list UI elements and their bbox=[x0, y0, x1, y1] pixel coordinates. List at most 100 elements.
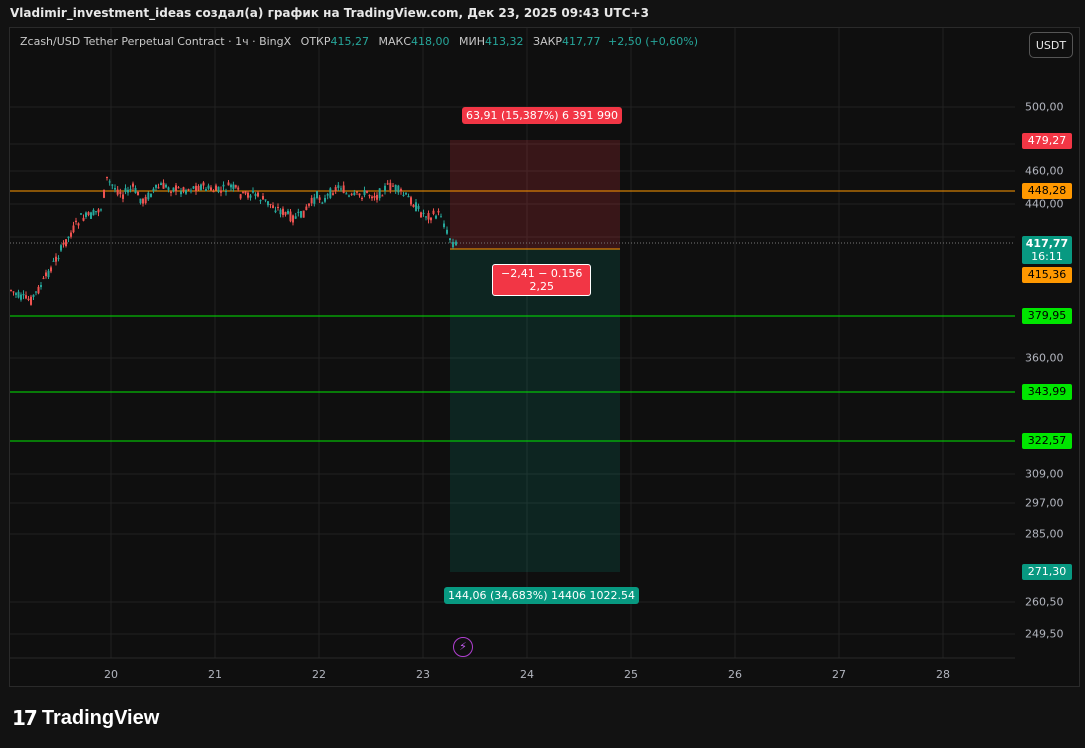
candle-body bbox=[292, 215, 294, 223]
candle-body bbox=[90, 212, 92, 219]
position-center-line2: 2,25 bbox=[529, 280, 554, 293]
candle-body bbox=[437, 210, 440, 213]
candle-body bbox=[147, 192, 150, 200]
time-label: 24 bbox=[520, 668, 534, 681]
candle-body bbox=[127, 189, 129, 193]
candle-body bbox=[297, 211, 300, 214]
candle-body bbox=[222, 184, 225, 187]
time-label: 27 bbox=[832, 668, 846, 681]
candle-body bbox=[422, 212, 425, 214]
chart-pane[interactable]: Zcash/USD Tether Perpetual Contract · 1ч… bbox=[9, 27, 1080, 687]
candle-body bbox=[192, 186, 195, 189]
candle-body bbox=[190, 190, 192, 192]
candle-body bbox=[106, 176, 108, 179]
candle-body bbox=[225, 191, 227, 193]
candle-body bbox=[172, 187, 175, 192]
candle-body bbox=[92, 209, 95, 216]
symbol-name[interactable]: Zcash/USD Tether Perpetual Contract · 1ч… bbox=[20, 35, 291, 48]
candle-body bbox=[55, 256, 57, 262]
candle-body bbox=[324, 197, 326, 202]
candle-body bbox=[32, 294, 35, 297]
candle-body bbox=[321, 202, 324, 204]
lightning-icon[interactable]: ⚡ bbox=[453, 637, 473, 657]
stop-loss-zone[interactable] bbox=[450, 140, 620, 249]
candle-body bbox=[114, 187, 116, 190]
candle-body bbox=[249, 195, 252, 198]
candle-body bbox=[308, 203, 310, 206]
candle-body bbox=[202, 182, 205, 186]
candle-body bbox=[371, 196, 373, 199]
candle-body bbox=[386, 183, 389, 185]
candle-body bbox=[200, 184, 202, 190]
symbol-legend: Zcash/USD Tether Perpetual Contract · 1ч… bbox=[20, 35, 698, 48]
candle-body bbox=[50, 267, 52, 272]
candle-body bbox=[402, 194, 405, 196]
candle-body bbox=[20, 294, 22, 300]
candle-body bbox=[60, 245, 62, 251]
current-price-tag: 417,77 16:11 bbox=[1022, 236, 1072, 264]
open-value: 415,27 bbox=[330, 35, 370, 48]
candle-body bbox=[287, 210, 289, 214]
candle-body bbox=[22, 294, 25, 296]
candle-body bbox=[452, 242, 454, 248]
price-tick: 297,00 bbox=[1025, 496, 1064, 510]
candle-body bbox=[259, 200, 262, 202]
open-label: ОТКР bbox=[300, 35, 331, 48]
position-center-label[interactable]: −2,41 − 0.156 2,25 bbox=[492, 264, 592, 296]
candle-body bbox=[397, 185, 400, 193]
currency-button[interactable]: USDT bbox=[1029, 32, 1073, 58]
candle-body bbox=[244, 191, 247, 194]
price-tick: 285,00 bbox=[1025, 527, 1064, 541]
candle-body bbox=[392, 185, 394, 187]
candle-body bbox=[430, 217, 432, 221]
time-label: 21 bbox=[208, 668, 222, 681]
candle-body bbox=[440, 216, 442, 218]
candle-body bbox=[87, 212, 90, 216]
high-value: 418,00 bbox=[411, 35, 450, 48]
candle-body bbox=[435, 215, 437, 219]
candle-body bbox=[232, 184, 235, 189]
candle-body bbox=[443, 223, 445, 228]
position-center-line1: −2,41 − 0.156 bbox=[501, 267, 583, 280]
candle-body bbox=[289, 211, 292, 222]
candle-body bbox=[432, 210, 435, 214]
price-tick: 440,00 bbox=[1025, 197, 1064, 211]
candle-body bbox=[455, 241, 457, 246]
candle-body bbox=[150, 193, 152, 197]
take-profit-label[interactable]: 144,06 (34,683%) 14406 1022.54 bbox=[444, 587, 639, 604]
candle-body bbox=[446, 229, 448, 234]
candle-body bbox=[282, 208, 284, 215]
candle-body bbox=[257, 192, 259, 197]
candle-body bbox=[254, 194, 257, 196]
candle-body bbox=[252, 190, 254, 193]
candle-body bbox=[162, 182, 165, 189]
price-tick: 309,00 bbox=[1025, 467, 1064, 481]
candle-body bbox=[329, 188, 332, 198]
candle-body bbox=[57, 258, 60, 260]
price-tick: 500,00 bbox=[1025, 100, 1064, 114]
candle-body bbox=[177, 187, 180, 189]
candle-body bbox=[122, 194, 124, 199]
candle-body bbox=[412, 204, 415, 207]
candle-body bbox=[10, 289, 12, 291]
price-tick: 460,00 bbox=[1025, 164, 1064, 178]
candle-body bbox=[187, 189, 190, 191]
candle-body bbox=[42, 277, 45, 279]
support1-price-tag: 379,95 bbox=[1022, 308, 1072, 324]
candle-body bbox=[300, 211, 302, 218]
candle-body bbox=[389, 182, 392, 191]
candle-body bbox=[326, 194, 329, 196]
candle-body bbox=[342, 185, 345, 193]
high-label: МАКС bbox=[378, 35, 412, 48]
candle-body bbox=[137, 192, 139, 196]
candle-body bbox=[410, 197, 412, 205]
candle-body bbox=[80, 213, 82, 215]
candle-body bbox=[167, 187, 170, 190]
time-label: 22 bbox=[312, 668, 326, 681]
candle-body bbox=[350, 193, 353, 195]
stop-loss-label[interactable]: 63,91 (15,387%) 6 391 990 bbox=[462, 107, 622, 124]
take-profit-zone[interactable] bbox=[450, 249, 620, 572]
candle-body bbox=[144, 197, 147, 204]
time-label: 23 bbox=[416, 668, 430, 681]
candle-body bbox=[425, 216, 427, 218]
